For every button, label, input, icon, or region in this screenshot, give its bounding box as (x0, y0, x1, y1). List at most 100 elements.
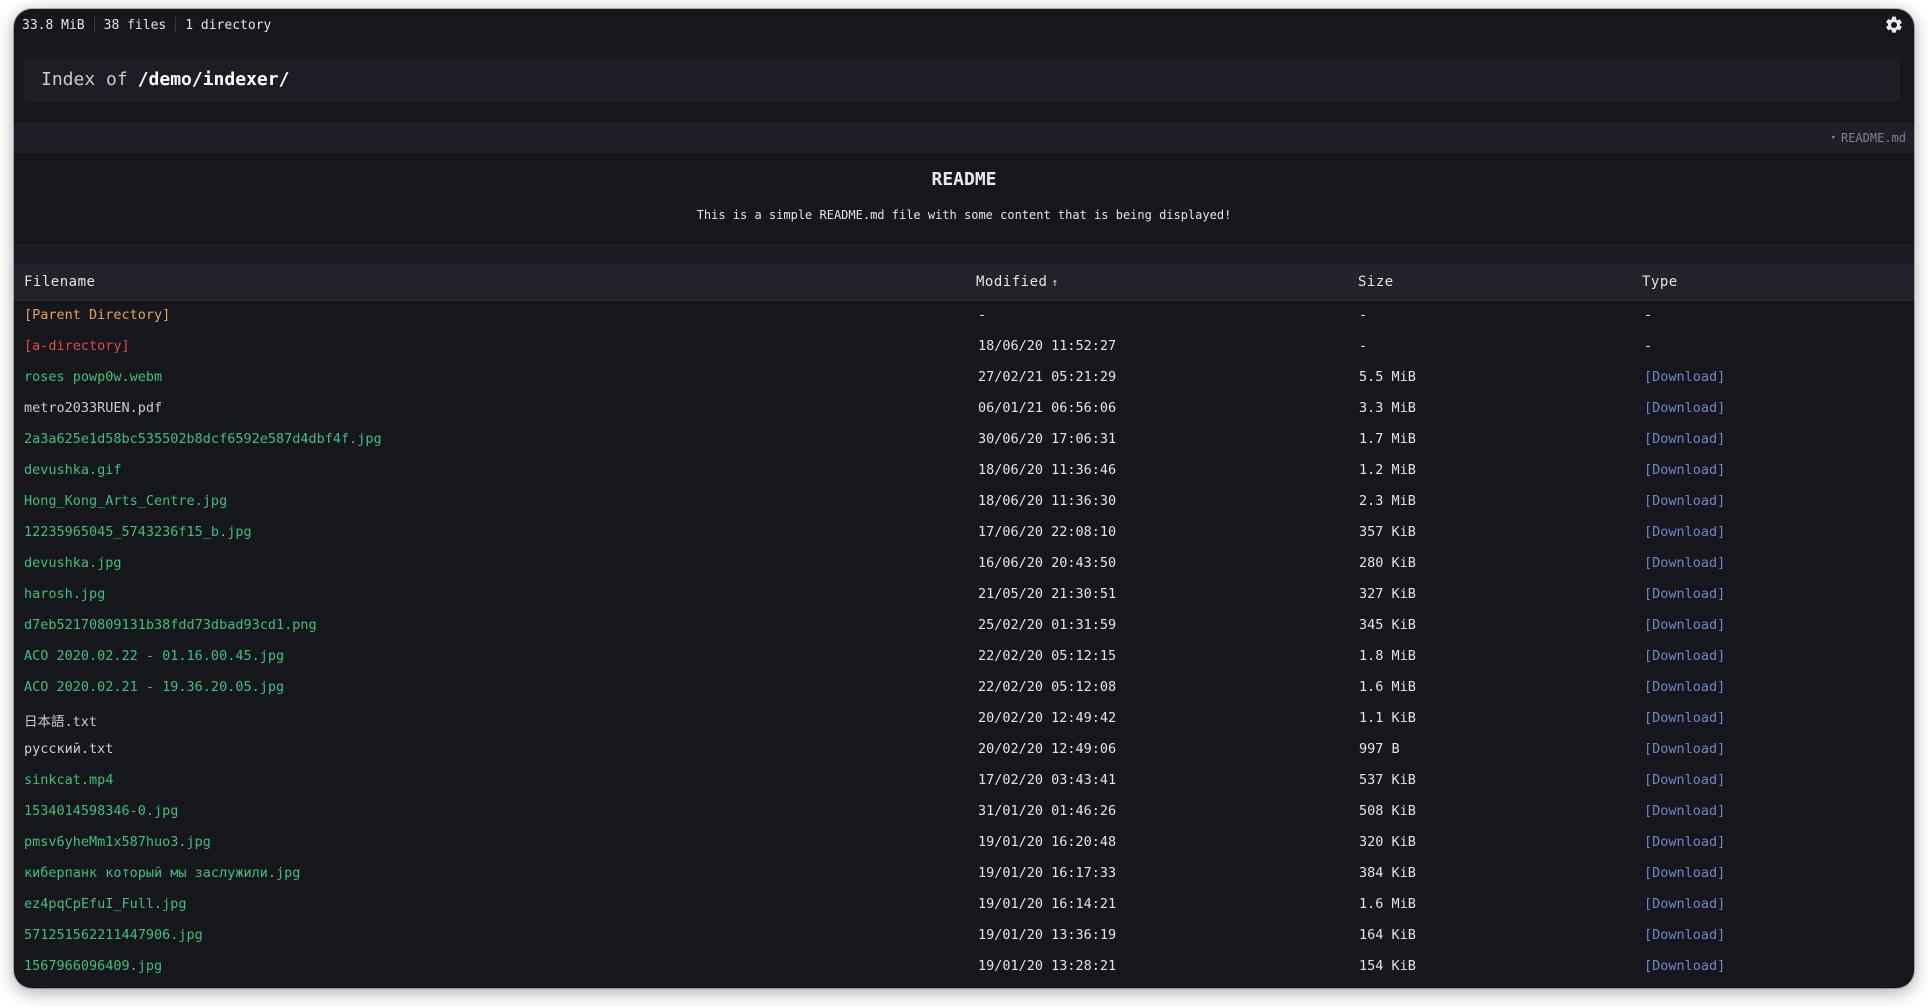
download-link[interactable]: [Download] (1644, 772, 1725, 788)
file-link[interactable]: ez4pqCpEfuI_Full.jpg (24, 896, 187, 912)
download-link[interactable]: [Download] (1644, 958, 1725, 974)
table-row: [Parent Directory] - - - (14, 301, 1914, 332)
modified-cell: 18/06/20 11:36:46 (978, 462, 1117, 478)
download-link[interactable]: [Download] (1644, 617, 1725, 633)
file-link[interactable]: 1567966096409.jpg (24, 958, 162, 974)
table-row: 571251562211447906.jpg 19/01/20 13:36:19 1… (14, 921, 1914, 952)
table-row: 1534014598346-0.jpg 31/01/20 01:46:26 508 … (14, 797, 1914, 828)
table-row: devushka.jpg 16/06/20 20:43:50 280 KiB [Dow… (14, 549, 1914, 580)
size-cell: 1.6 MiB (1359, 679, 1416, 695)
column-header-filename[interactable]: Filename (24, 274, 95, 290)
table-row: 1567966096409.jpg 19/01/20 13:28:21 154 Ki… (14, 952, 1914, 983)
download-link[interactable]: [Download] (1644, 524, 1725, 540)
modified-cell: 19/01/20 16:20:48 (978, 834, 1117, 850)
column-header-type[interactable]: Type (1642, 274, 1678, 290)
size-cell: 345 KiB (1359, 617, 1416, 633)
modified-cell: 19/01/20 16:17:33 (978, 865, 1117, 881)
current-path: /demo/indexer/ (137, 69, 290, 90)
table-header: Filename Modified ↑ Size Type (14, 264, 1914, 301)
size-cell: 537 KiB (1359, 772, 1416, 788)
download-link[interactable]: [Download] (1644, 834, 1725, 850)
file-link[interactable]: киберпанк который мы заслужили.jpg (24, 865, 300, 881)
download-link[interactable]: [Download] (1644, 679, 1725, 695)
table-row: 日本語.txt 20/02/20 12:49:42 1.1 KiB [Download… (14, 704, 1914, 735)
download-link[interactable]: [Download] (1644, 648, 1725, 664)
size-cell: 3.3 MiB (1359, 400, 1416, 416)
modified-cell: 22/02/20 05:12:08 (978, 679, 1117, 695)
type-cell: - (1644, 338, 1653, 354)
download-link[interactable]: [Download] (1644, 493, 1725, 509)
download-link[interactable]: [Download] (1644, 555, 1725, 571)
file-link[interactable]: русский.txt (24, 741, 113, 757)
download-link[interactable]: [Download] (1644, 431, 1725, 447)
file-link[interactable]: 2a3a625e1d58bc535502b8dcf6592e587d4dbf4f… (24, 431, 382, 447)
file-link[interactable]: Hong_Kong_Arts_Centre.jpg (24, 493, 227, 509)
stats-divider (93, 17, 95, 33)
sort-arrow-up-icon: ↑ (1051, 276, 1059, 289)
download-link[interactable]: [Download] (1644, 710, 1725, 726)
download-link[interactable]: [Download] (1644, 400, 1725, 416)
column-header-modified-label: Modified (976, 274, 1048, 290)
parent-directory-link[interactable]: [Parent Directory] (24, 307, 170, 323)
size-cell: 154 KiB (1359, 958, 1416, 974)
download-link[interactable]: [Download] (1644, 369, 1725, 385)
file-link[interactable]: ACO 2020.02.21 - 19.36.20.05.jpg (24, 679, 284, 695)
readme-body: This is a simple README.md file with som… (696, 208, 1232, 222)
file-link[interactable]: 12235965045_5743236f15_b.jpg (24, 524, 252, 540)
download-link[interactable]: [Download] (1644, 586, 1725, 602)
download-link[interactable]: [Download] (1644, 865, 1725, 881)
download-link[interactable]: [Download] (1644, 803, 1725, 819)
download-link[interactable]: [Download] (1644, 896, 1725, 912)
file-link[interactable]: devushka.gif (24, 462, 122, 478)
readme-toggle-label: README.md (1840, 131, 1906, 145)
modified-cell: 17/02/20 03:43:41 (978, 772, 1117, 788)
file-link[interactable]: ACO 2020.02.22 - 01.16.00.45.jpg (24, 648, 284, 664)
size-cell: 2.3 MiB (1359, 493, 1416, 509)
download-link[interactable]: [Download] (1644, 462, 1725, 478)
directory-link[interactable]: [a-directory] (24, 338, 130, 354)
size-cell: - (1359, 307, 1368, 323)
readme-panel: README This is a simple README.md file w… (14, 153, 1914, 244)
modified-cell: 31/01/20 01:46:26 (978, 803, 1117, 819)
file-link[interactable]: metro2033RUEN.pdf (24, 400, 162, 416)
size-cell: 5.5 MiB (1359, 369, 1416, 385)
file-link[interactable]: 571251562211447906.jpg (24, 927, 203, 943)
size-cell: 1.8 MiB (1359, 648, 1416, 664)
modified-cell: 27/02/21 05:21:29 (978, 369, 1117, 385)
file-index-window: 33.8 MiB 38 files 1 directory Index of /… (14, 9, 1914, 988)
table-row: d7eb52170809131b38fdd73dbad93cd1.png 25/0… (14, 611, 1914, 642)
table-row: ez4pqCpEfuI_Full.jpg 19/01/20 16:14:21 1.6… (14, 890, 1914, 921)
table-row: ACO 2020.02.22 - 01.16.00.45.jpg 22/02/20… (14, 642, 1914, 673)
table-row: metro2033RUEN.pdf 06/01/21 06:56:06 3.3 Mi… (14, 394, 1914, 425)
file-link[interactable]: d7eb52170809131b38fdd73dbad93cd1.png (24, 617, 317, 633)
file-link[interactable]: devushka.jpg (24, 555, 122, 571)
file-link[interactable]: roses powp0w.webm (24, 369, 162, 385)
download-link[interactable]: [Download] (1644, 741, 1725, 757)
table-row: русский.txt 20/02/20 12:49:06 997 B [Downlo… (14, 735, 1914, 766)
table-row: Hong_Kong_Arts_Centre.jpg 18/06/20 11:36:… (14, 487, 1914, 518)
size-cell: 1.2 MiB (1359, 462, 1416, 478)
file-link[interactable]: pmsv6yheMm1x587huo3.jpg (24, 834, 211, 850)
modified-cell: 18/06/20 11:36:30 (978, 493, 1117, 509)
size-cell: 997 B (1359, 741, 1400, 757)
size-cell: 320 KiB (1359, 834, 1416, 850)
column-header-modified[interactable]: Modified ↑ (976, 274, 1059, 290)
modified-cell: 30/06/20 17:06:31 (978, 431, 1117, 447)
file-link[interactable]: 日本語.txt (24, 710, 97, 730)
readme-toggle[interactable]: ▾ README.md (14, 123, 1914, 153)
file-link[interactable]: 1534014598346-0.jpg (24, 803, 178, 819)
table-row: киберпанк который мы заслужили.jpg 19/01/… (14, 859, 1914, 890)
size-cell: 1.1 KiB (1359, 710, 1416, 726)
modified-cell: 21/05/20 21:30:51 (978, 586, 1117, 602)
modified-cell: - (978, 307, 987, 323)
column-header-size[interactable]: Size (1358, 274, 1394, 290)
download-link[interactable]: [Download] (1644, 927, 1725, 943)
file-link[interactable]: harosh.jpg (24, 586, 105, 602)
modified-cell: 22/02/20 05:12:15 (978, 648, 1117, 664)
table-row: [a-directory] 18/06/20 11:52:27 - - (14, 332, 1914, 363)
file-link[interactable]: sinkcat.mp4 (24, 772, 113, 788)
table-row: harosh.jpg 21/05/20 21:30:51 327 KiB [Downl… (14, 580, 1914, 611)
gear-icon[interactable] (1884, 15, 1904, 35)
size-cell: 508 KiB (1359, 803, 1416, 819)
modified-cell: 18/06/20 11:52:27 (978, 338, 1117, 354)
